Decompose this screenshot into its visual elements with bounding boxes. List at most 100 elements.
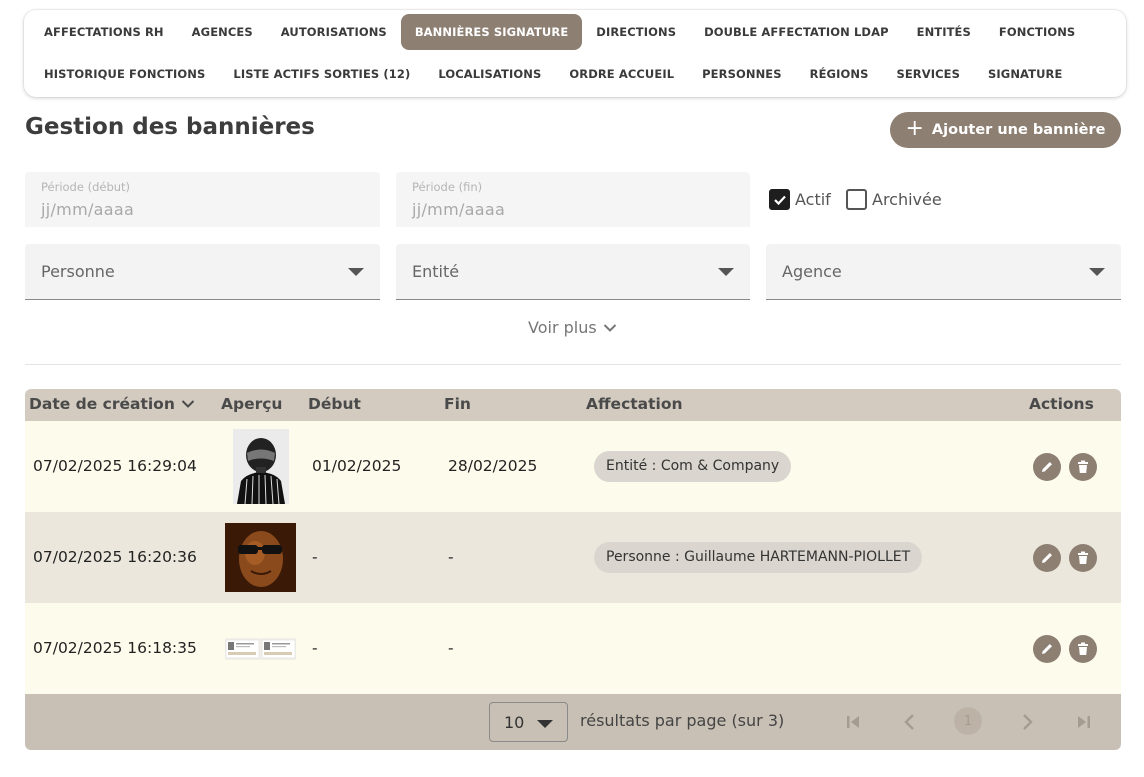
delete-button[interactable]: [1069, 635, 1097, 663]
per-page-select[interactable]: 10: [489, 702, 568, 742]
next-page-button[interactable]: [1013, 708, 1041, 736]
voir-plus-toggle[interactable]: Voir plus: [528, 318, 617, 337]
cell-created: 07/02/2025 16:29:04: [33, 457, 197, 475]
col-end-header: Fin: [444, 395, 471, 413]
caret-down-icon: [718, 268, 734, 276]
assignment-chip: Entité : Com & Company: [594, 451, 792, 482]
first-page-button[interactable]: [839, 708, 867, 736]
tab-historique-fonctions[interactable]: HISTORIQUE FONCTIONS: [30, 56, 219, 92]
table-row: 07/02/2025 16:20:36 - - Personne : Guill…: [25, 512, 1121, 603]
trash-icon: [1078, 551, 1088, 564]
cell-created: 07/02/2025 16:20:36: [33, 548, 197, 566]
cell-start: -: [312, 639, 318, 657]
tab-localisations[interactable]: LOCALISATIONS: [424, 56, 555, 92]
period-start-field[interactable]: Période (début) jj/mm/aaaa: [25, 172, 380, 227]
period-end-value: jj/mm/aaaa: [412, 200, 506, 219]
table-row: 07/02/2025 16:18:35 - -: [25, 603, 1121, 694]
agence-select-label: Agence: [782, 262, 842, 281]
pencil-icon: [1042, 462, 1052, 472]
banner-preview-thumbnail[interactable]: [233, 429, 289, 504]
tab-row-1: AFFECTATIONS RH AGENCES AUTORISATIONS BA…: [30, 14, 1089, 50]
period-end-field[interactable]: Période (fin) jj/mm/aaaa: [396, 172, 750, 227]
trash-icon: [1078, 460, 1088, 473]
delete-button[interactable]: [1069, 544, 1097, 572]
pencil-icon: [1042, 644, 1052, 654]
col-preview-header: Aperçu: [221, 395, 283, 413]
tab-ordre-accueil[interactable]: ORDRE ACCUEIL: [555, 56, 688, 92]
tab-agences[interactable]: AGENCES: [178, 14, 267, 50]
tab-fonctions[interactable]: FONCTIONS: [985, 14, 1089, 50]
per-page-label: résultats par page (sur 3): [580, 711, 785, 730]
chevron-down-icon: [603, 323, 616, 332]
trash-icon: [1078, 642, 1088, 655]
col-created-header[interactable]: Date de création: [29, 395, 195, 413]
filters-divider: [25, 364, 1121, 365]
delete-button[interactable]: [1069, 453, 1097, 481]
per-page-value: 10: [504, 713, 525, 732]
pencil-icon: [1042, 553, 1052, 563]
tab-signature[interactable]: SIGNATURE: [974, 56, 1076, 92]
personne-select[interactable]: Personne: [25, 244, 380, 300]
checkbox-empty-icon: [846, 189, 867, 210]
admin-tab-nav: AFFECTATIONS RH AGENCES AUTORISATIONS BA…: [24, 10, 1126, 97]
tab-regions[interactable]: RÉGIONS: [796, 56, 883, 92]
actif-checkbox[interactable]: Actif: [769, 189, 831, 210]
caret-down-icon: [1089, 268, 1105, 276]
caret-down-icon: [348, 268, 364, 276]
tab-liste-actifs-sorties[interactable]: LISTE ACTIFS SORTIES (12): [219, 56, 424, 92]
plus-icon: +: [905, 116, 924, 141]
first-page-icon: [847, 716, 859, 728]
banner-preview-thumbnail[interactable]: [225, 523, 296, 592]
tab-double-affectation-ldap[interactable]: DOUBLE AFFECTATION LDAP: [690, 14, 903, 50]
archivee-label: Archivée: [872, 190, 942, 209]
tab-affectations-rh[interactable]: AFFECTATIONS RH: [30, 14, 178, 50]
tab-directions[interactable]: DIRECTIONS: [582, 14, 690, 50]
last-page-button[interactable]: [1070, 708, 1098, 736]
sort-chevron-down-icon: [181, 400, 195, 408]
last-page-icon: [1078, 716, 1090, 728]
table-row: 07/02/2025 16:29:04 01/02/2025 28/02/202…: [25, 421, 1121, 512]
cell-end: -: [448, 548, 454, 566]
col-assignment-header: Affectation: [586, 395, 683, 413]
edit-button[interactable]: [1033, 635, 1061, 663]
period-start-value: jj/mm/aaaa: [41, 200, 135, 219]
tab-services[interactable]: SERVICES: [882, 56, 974, 92]
actif-label: Actif: [795, 190, 831, 209]
col-created-label: Date de création: [29, 395, 175, 413]
page-title: Gestion des bannières: [25, 114, 315, 140]
col-start-header: Début: [308, 395, 361, 413]
chevron-right-icon: [1023, 714, 1033, 730]
edit-button[interactable]: [1033, 544, 1061, 572]
checkbox-checked-icon: [769, 189, 790, 210]
page-number-current[interactable]: 1: [954, 707, 982, 735]
banner-preview-thumbnail[interactable]: [225, 638, 296, 660]
add-banner-label: Ajouter une bannière: [931, 122, 1106, 138]
cell-created: 07/02/2025 16:18:35: [33, 639, 197, 657]
voir-plus-label: Voir plus: [528, 318, 597, 337]
archivee-checkbox[interactable]: Archivée: [846, 189, 942, 210]
cell-end: -: [448, 639, 454, 657]
entite-select-label: Entité: [412, 262, 460, 281]
cell-end: 28/02/2025: [448, 457, 538, 475]
tab-row-2: HISTORIQUE FONCTIONS LISTE ACTIFS SORTIE…: [30, 56, 1076, 92]
edit-button[interactable]: [1033, 453, 1061, 481]
col-actions-header: Actions: [1029, 395, 1094, 413]
period-end-label: Période (fin): [412, 180, 483, 194]
tab-autorisations[interactable]: AUTORISATIONS: [267, 14, 401, 50]
assignment-chip: Personne : Guillaume HARTEMANN-PIOLLET: [594, 542, 923, 573]
entite-select[interactable]: Entité: [396, 244, 750, 300]
add-banner-button[interactable]: + Ajouter une bannière: [890, 112, 1121, 148]
chevron-left-icon: [904, 714, 914, 730]
agence-select[interactable]: Agence: [766, 244, 1121, 300]
table-header: Date de création Aperçu Début Fin Affect…: [25, 389, 1121, 421]
previous-page-button[interactable]: [896, 708, 924, 736]
pagination-bar: 10 résultats par page (sur 3) 1: [25, 694, 1121, 750]
tab-entites[interactable]: ENTITÉS: [903, 14, 985, 50]
personne-select-label: Personne: [41, 262, 115, 281]
caret-down-icon: [537, 720, 553, 728]
cell-start: 01/02/2025: [312, 457, 402, 475]
cell-start: -: [312, 548, 318, 566]
tab-bannieres-signature[interactable]: BANNIÈRES SIGNATURE: [400, 14, 583, 50]
period-start-label: Période (début): [41, 180, 131, 194]
tab-personnes[interactable]: PERSONNES: [688, 56, 796, 92]
